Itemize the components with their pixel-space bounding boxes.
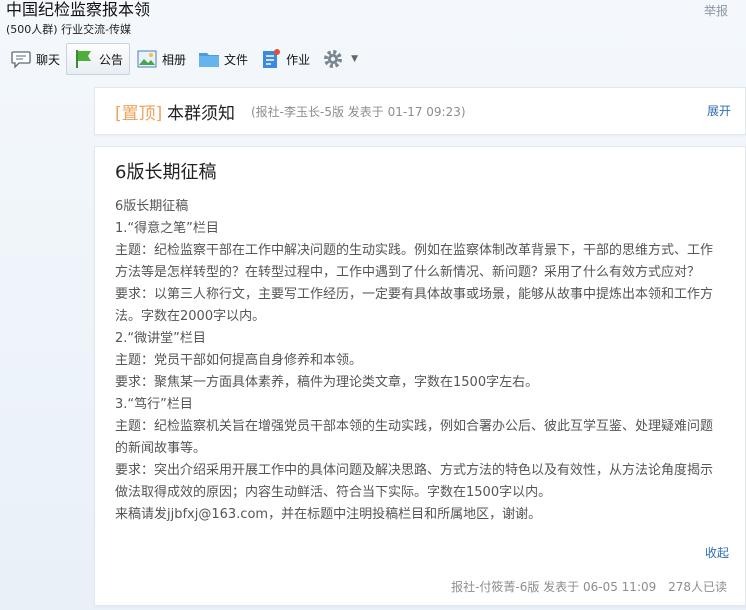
body-line: 6版长期征稿	[115, 199, 189, 214]
body-line: 2.“微讲堂”栏目	[115, 331, 206, 346]
report-link[interactable]: 举报	[704, 2, 728, 19]
tab-announcement-label: 公告	[99, 52, 124, 67]
tab-album-label: 相册	[162, 52, 187, 67]
body-line: 主题：党员干部如何提高自身修养和本领。	[115, 353, 363, 368]
tab-homework[interactable]: 作业	[254, 43, 316, 75]
announcement-card: 6版长期征稿 6版长期征稿 1.“得意之笔”栏目 主题：纪检监察干部在工作中解决…	[94, 146, 746, 606]
tab-album[interactable]: 相册	[130, 43, 192, 75]
body-line: 3.“笃行”栏目	[115, 397, 193, 412]
pinned-meta: (报社-李玉长-5版 发表于 01-17 09:23)	[251, 105, 466, 119]
tab-files[interactable]: 文件	[192, 43, 254, 75]
read-count[interactable]: 278人已读	[668, 580, 727, 594]
expand-link[interactable]: 展开	[707, 102, 731, 119]
tab-chat-label: 聊天	[36, 52, 61, 67]
homework-icon	[260, 48, 282, 70]
settings-dropdown[interactable]: ▼	[316, 48, 364, 70]
tab-files-label: 文件	[224, 52, 249, 67]
author-meta: 报社-付筱菁-6版 发表于 06-05 11:09	[451, 580, 657, 594]
announcement-body: 6版长期征稿 1.“得意之笔”栏目 主题：纪检监察干部在工作中解决问题的生动实践…	[115, 196, 723, 526]
group-toolbar: 聊天 公告 相册 文件 作业 ▼	[4, 42, 364, 76]
tab-announcement[interactable]: 公告	[66, 43, 131, 75]
collapse-link[interactable]: 收起	[705, 544, 729, 561]
megaphone-flag-icon	[73, 48, 95, 70]
announcement-footer: 报社-付筱菁-6版 发表于 06-05 11:09 278人已读	[451, 578, 727, 595]
tab-homework-label: 作业	[286, 52, 311, 67]
body-line: 要求：以第三人称行文，主要写工作经历，一定要有具体故事或场景，能够从故事中提炼出…	[115, 287, 714, 324]
body-line: 要求：突出介绍采用开展工作中的具体问题及解决思路、方式方法的特色以及有效性，从方…	[115, 463, 714, 500]
photo-album-icon	[136, 48, 158, 70]
group-category: (500人群) 行业交流-传媒	[6, 23, 132, 36]
gear-icon	[322, 48, 344, 70]
window-title-area: 中国纪检监察报本领 (500人群) 行业交流-传媒	[6, 0, 150, 38]
pinned-title[interactable]: 本群须知	[167, 99, 235, 124]
announcement-title: 6版长期征稿	[115, 162, 217, 183]
chat-bubble-icon	[10, 48, 32, 70]
pinned-tag: [置顶]	[115, 104, 163, 124]
pinned-announcement[interactable]: [置顶] 本群须知 (报社-李玉长-5版 发表于 01-17 09:23) 展开	[94, 87, 746, 135]
chevron-down-icon: ▼	[351, 54, 358, 64]
body-line: 主题：纪检监察机关旨在增强党员干部本领的生动实践，例如合署办公后、彼此互学互鉴、…	[115, 419, 714, 456]
group-name: 中国纪检监察报本领	[6, 0, 151, 19]
tab-chat[interactable]: 聊天	[4, 43, 66, 75]
folder-icon	[198, 48, 220, 70]
body-line: 来稿请发jjbfxj@163.com，并在标题中注明投稿栏目和所属地区，谢谢。	[115, 507, 542, 522]
body-line: 1.“得意之笔”栏目	[115, 221, 219, 236]
body-line: 主题：纪检监察干部在工作中解决问题的生动实践。例如在监察体制改革背景下，干部的思…	[115, 243, 714, 280]
body-line: 要求：聚焦某一方面具体素养，稿件为理论类文章，字数在1500字左右。	[115, 375, 539, 390]
